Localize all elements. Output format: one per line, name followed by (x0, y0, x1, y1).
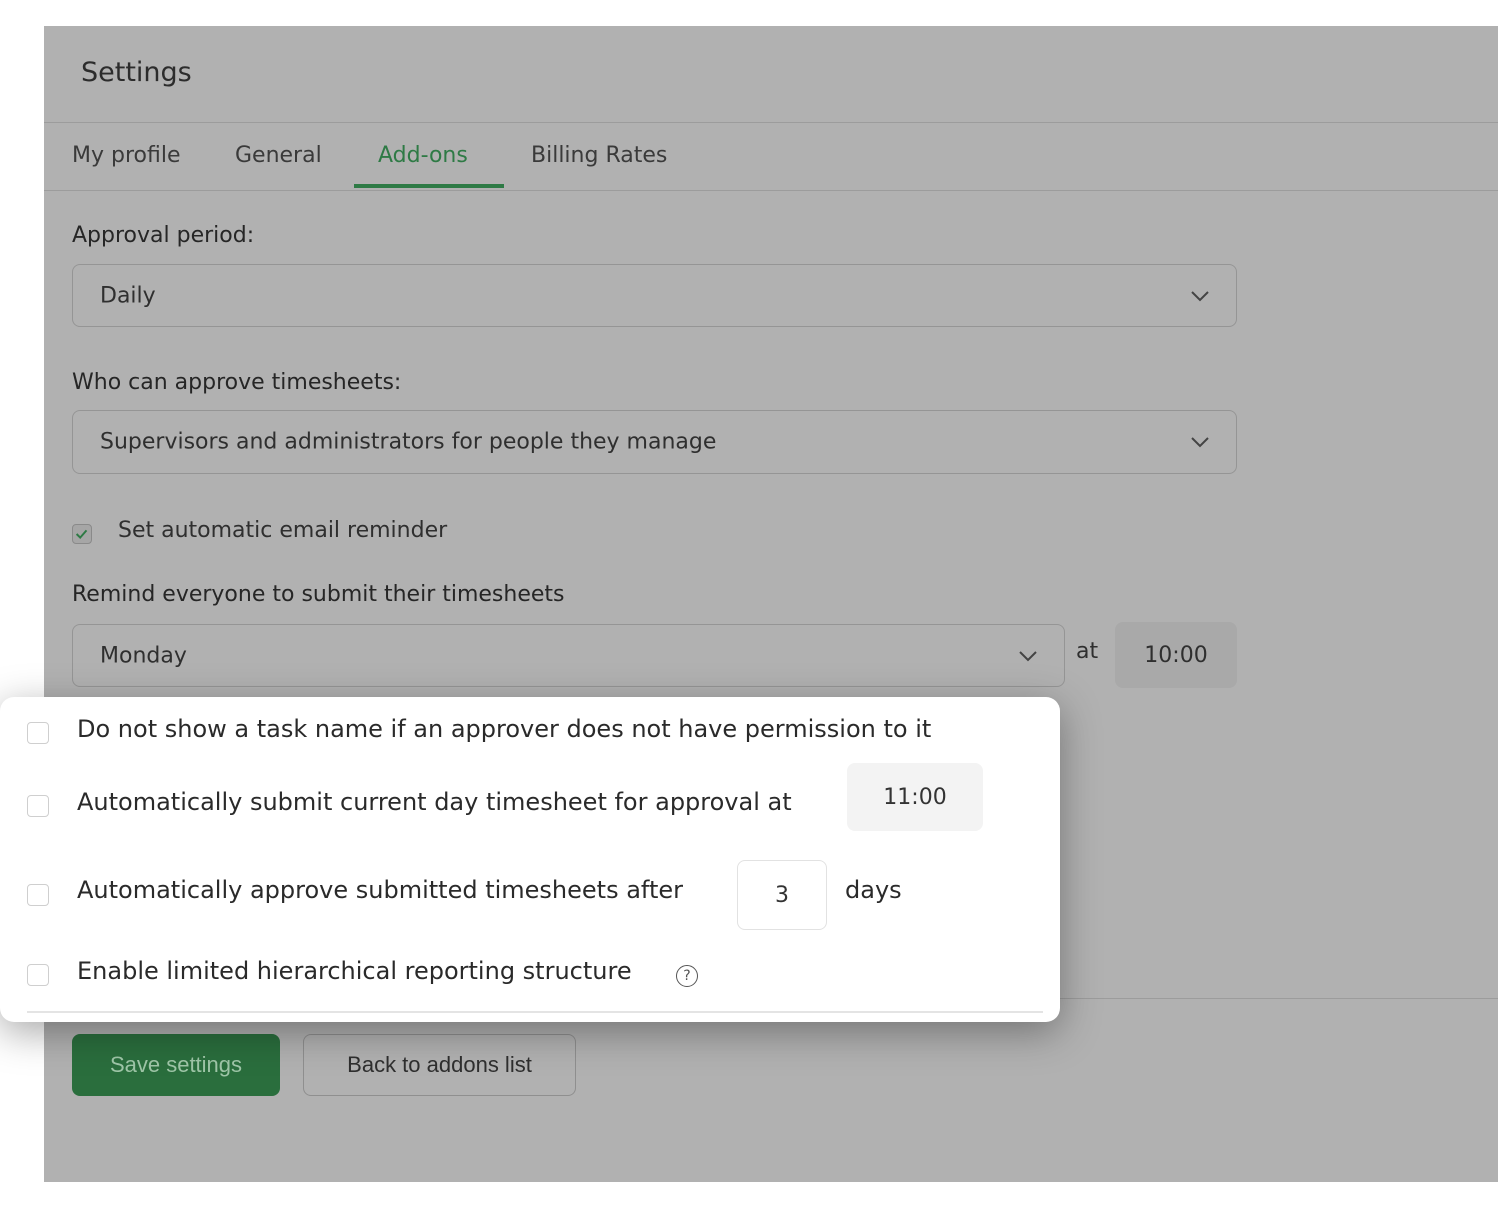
hide-task-name-checkbox[interactable] (27, 722, 49, 744)
divider (27, 1011, 1043, 1013)
hierarchy-checkbox[interactable] (27, 964, 49, 986)
checkmark-icon (75, 529, 88, 540)
tab-general[interactable]: General (235, 138, 322, 188)
approval-period-value: Daily (100, 283, 156, 308)
approval-period-label: Approval period: (72, 223, 255, 248)
auto-approve-checkbox[interactable] (27, 884, 49, 906)
approvers-select[interactable]: Supervisors and administrators for peopl… (72, 410, 1237, 474)
help-circle-icon[interactable]: ? (676, 965, 698, 987)
chevron-down-icon (1191, 437, 1209, 448)
auto-approve-days-input[interactable]: 3 (737, 860, 827, 930)
back-to-addons-button[interactable]: Back to addons list (303, 1034, 576, 1096)
option-hide-task-name: Do not show a task name if an approver d… (0, 713, 1060, 753)
tab-my-profile[interactable]: My profile (72, 138, 181, 188)
auto-submit-time-input[interactable]: 11:00 (847, 763, 983, 831)
hide-task-name-label: Do not show a task name if an approver d… (77, 715, 932, 743)
approvers-value: Supervisors and administrators for peopl… (100, 429, 717, 455)
divider (44, 122, 1498, 123)
remind-time-input[interactable]: 10:00 (1115, 622, 1237, 688)
email-reminder-checkbox[interactable] (72, 524, 92, 544)
hierarchy-label: Enable limited hierarchical reporting st… (77, 957, 632, 985)
tab-billing-rates[interactable]: Billing Rates (531, 138, 667, 188)
approval-period-select[interactable]: Daily (72, 264, 1237, 327)
divider (1060, 998, 1498, 999)
auto-submit-checkbox[interactable] (27, 795, 49, 817)
options-panel: Do not show a task name if an approver d… (0, 697, 1060, 1022)
at-label: at (1076, 639, 1099, 664)
email-reminder-label: Set automatic email reminder (118, 518, 448, 543)
tab-add-ons[interactable]: Add-ons (378, 138, 468, 188)
approvers-label: Who can approve timesheets: (72, 370, 402, 395)
remind-day-value: Monday (100, 643, 187, 668)
option-hierarchy: Enable limited hierarchical reporting st… (0, 955, 1060, 995)
chevron-down-icon (1191, 290, 1209, 301)
divider (44, 190, 1498, 191)
active-tab-indicator (354, 184, 504, 188)
chevron-down-icon (1019, 650, 1037, 661)
remind-label: Remind everyone to submit their timeshee… (72, 582, 565, 607)
page-title: Settings (81, 57, 192, 88)
auto-submit-label: Automatically submit current day timeshe… (77, 788, 792, 816)
auto-approve-label: Automatically approve submitted timeshee… (77, 876, 683, 904)
save-settings-button[interactable]: Save settings (72, 1034, 280, 1096)
days-unit-label: days (845, 876, 902, 904)
remind-day-select[interactable]: Monday (72, 624, 1065, 687)
